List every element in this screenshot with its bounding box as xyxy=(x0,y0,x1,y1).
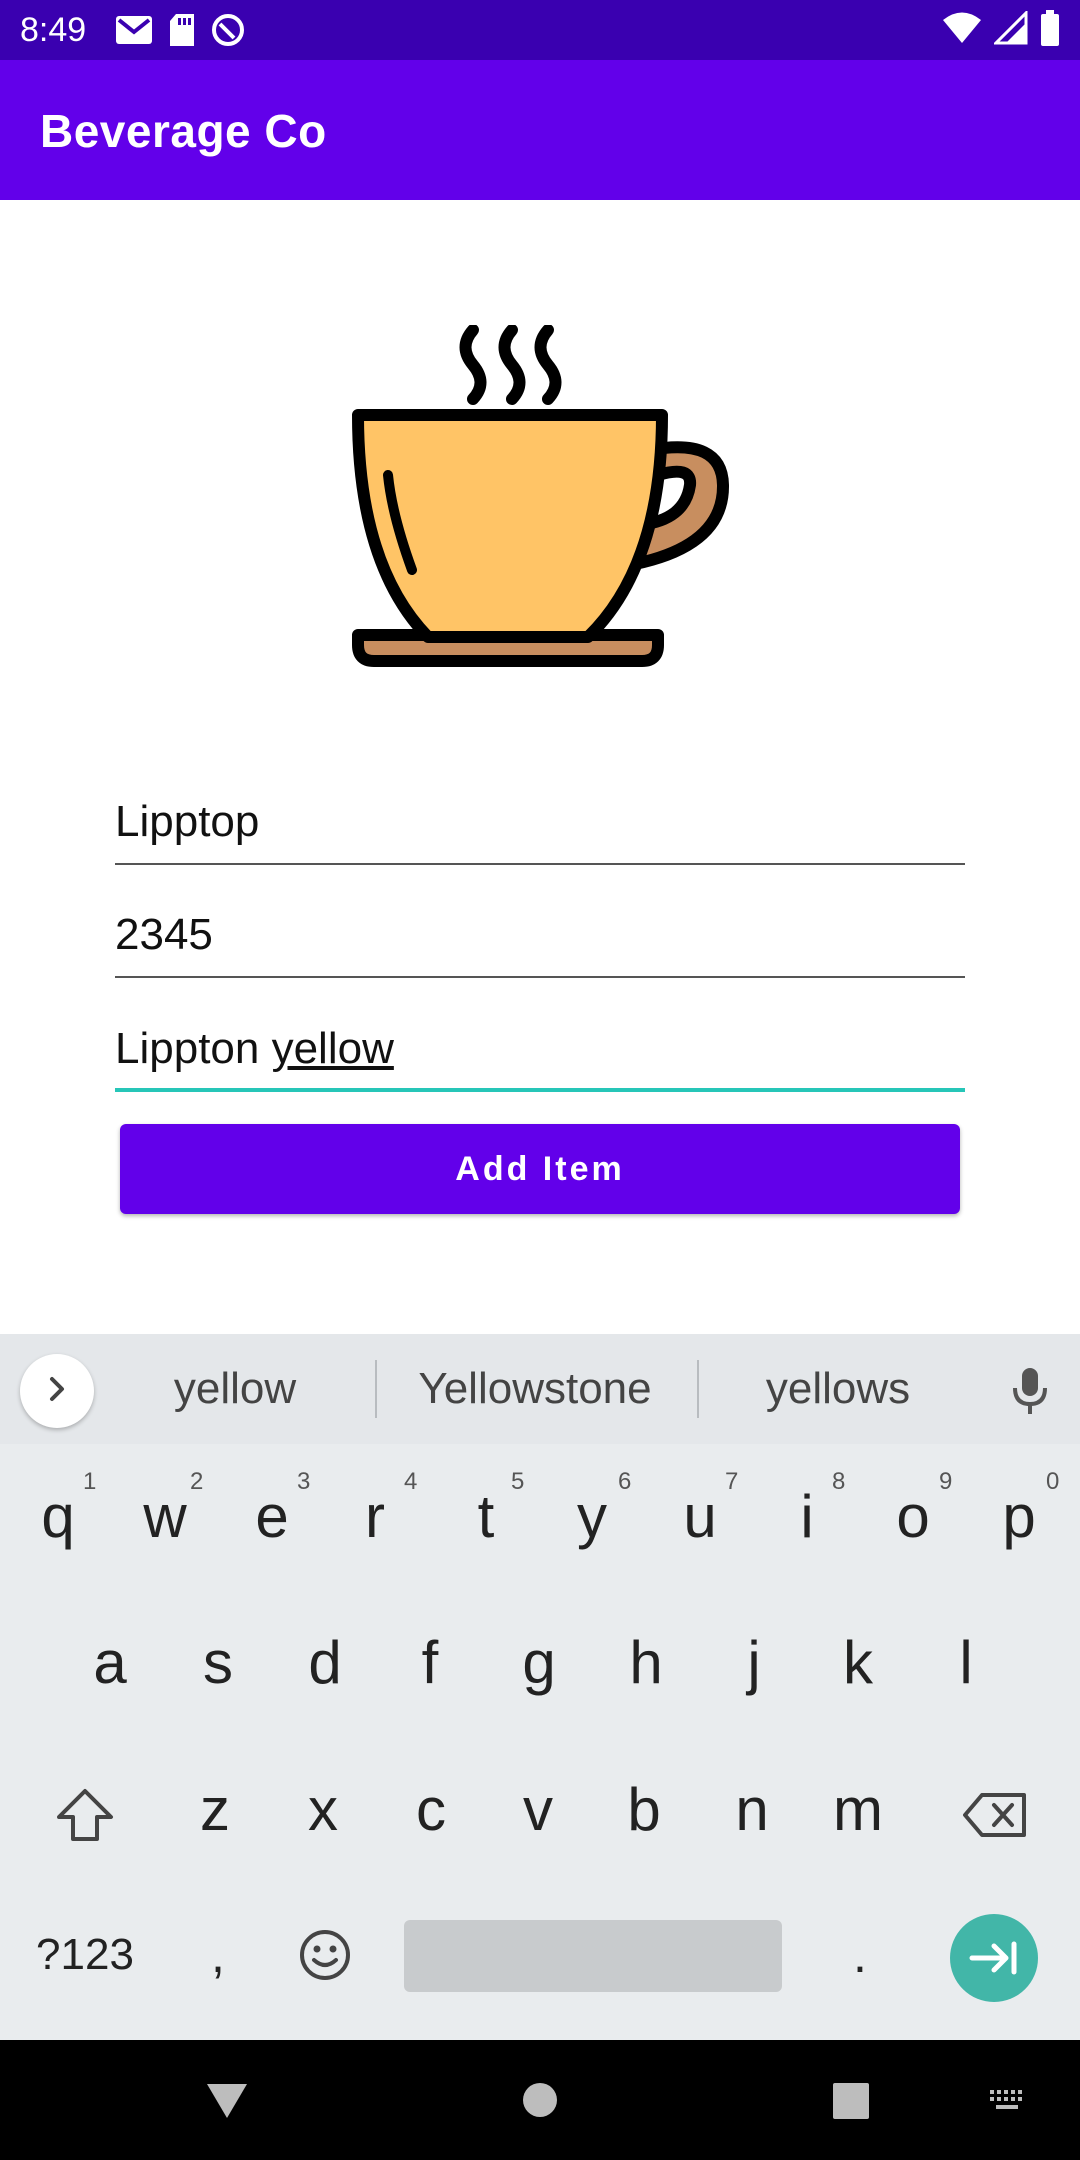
sd-card-icon xyxy=(168,13,196,52)
status-time: 8:49 xyxy=(20,11,87,49)
suggestion-bar: yellow Yellowstone yellows xyxy=(0,1334,1080,1444)
description-field[interactable]: Lippton yellow xyxy=(115,1022,965,1092)
app-bar: Beverage Co xyxy=(0,60,1080,200)
key-d[interactable]: d xyxy=(275,1608,375,1718)
back-icon[interactable] xyxy=(205,2082,249,2125)
key-h[interactable]: h xyxy=(596,1608,696,1718)
description-text: Lippton xyxy=(115,1024,272,1073)
key-c[interactable]: c xyxy=(381,1755,481,1865)
number-field[interactable]: 2345 xyxy=(115,908,965,978)
suggestion-divider xyxy=(375,1360,377,1418)
key-n[interactable]: n xyxy=(702,1755,802,1865)
field-underline-focused xyxy=(115,1088,965,1092)
app-title: Beverage Co xyxy=(40,105,327,157)
composing-text: yellow xyxy=(271,1024,394,1073)
key-g[interactable]: g xyxy=(489,1608,589,1718)
key-o-hint: 9 xyxy=(939,1468,953,1495)
suggestion-3[interactable]: yellows xyxy=(728,1362,948,1416)
enter-key[interactable] xyxy=(950,1914,1038,2002)
battery-icon xyxy=(1040,10,1060,51)
suggestion-2[interactable]: Yellowstone xyxy=(395,1362,675,1416)
backspace-key[interactable] xyxy=(945,1760,1045,1870)
signal-icon xyxy=(992,9,1028,50)
number-field-value: 2345 xyxy=(115,910,213,959)
gmail-icon xyxy=(114,14,154,51)
key-t-hint: 5 xyxy=(511,1468,525,1495)
key-l[interactable]: l xyxy=(916,1608,1016,1718)
key-i-hint: 8 xyxy=(832,1468,846,1495)
key-r-hint: 4 xyxy=(404,1468,418,1495)
data-saver-icon xyxy=(210,12,246,53)
name-field[interactable]: Lipptop xyxy=(115,795,965,865)
key-f[interactable]: f xyxy=(380,1608,480,1718)
shift-key[interactable] xyxy=(35,1760,135,1870)
key-u-hint: 7 xyxy=(725,1468,739,1495)
key-k[interactable]: k xyxy=(808,1608,908,1718)
key-v[interactable]: v xyxy=(488,1755,588,1865)
backspace-icon xyxy=(963,1793,1026,1837)
shift-icon xyxy=(57,1789,113,1841)
key-a[interactable]: a xyxy=(60,1608,160,1718)
comma-key[interactable]: , xyxy=(168,1900,268,2010)
microphone-icon[interactable] xyxy=(1010,1366,1050,1421)
key-m[interactable]: m xyxy=(808,1755,908,1865)
space-key[interactable] xyxy=(404,1920,782,1992)
field-underline xyxy=(115,976,965,978)
suggestion-1[interactable]: yellow xyxy=(125,1362,345,1416)
key-s[interactable]: s xyxy=(168,1608,268,1718)
key-z[interactable]: z xyxy=(165,1755,265,1865)
key-e-hint: 3 xyxy=(297,1468,311,1495)
suggestion-divider xyxy=(697,1360,699,1418)
tab-next-icon xyxy=(969,1941,1017,1975)
chevron-right-icon xyxy=(42,1374,72,1409)
key-x[interactable]: x xyxy=(273,1755,373,1865)
key-j[interactable]: j xyxy=(704,1608,804,1718)
navigation-bar xyxy=(0,2040,1080,2160)
key-q-hint: 1 xyxy=(83,1468,97,1495)
emoji-key[interactable] xyxy=(275,1900,375,2010)
symbols-key[interactable]: ?123 xyxy=(20,1900,150,2010)
field-underline xyxy=(115,863,965,865)
recents-icon[interactable] xyxy=(833,2083,869,2124)
coffee-cup-icon xyxy=(340,324,740,680)
key-y-hint: 6 xyxy=(618,1468,632,1495)
expand-toolbar-button[interactable] xyxy=(20,1354,94,1428)
status-bar: 8:49 xyxy=(0,0,1080,60)
name-field-value: Lipptop xyxy=(115,797,260,846)
period-key[interactable]: . xyxy=(810,1900,910,2010)
description-field-value: Lippton yellow xyxy=(115,1022,394,1076)
key-b[interactable]: b xyxy=(594,1755,694,1865)
emoji-icon xyxy=(300,1930,350,1980)
keyboard-switcher-icon[interactable] xyxy=(988,2088,1028,2117)
wifi-icon xyxy=(942,11,982,50)
key-w-hint: 2 xyxy=(190,1468,204,1495)
add-item-button[interactable]: Add Item xyxy=(120,1124,960,1214)
key-p-hint: 0 xyxy=(1046,1468,1060,1495)
home-icon[interactable] xyxy=(522,2082,558,2123)
